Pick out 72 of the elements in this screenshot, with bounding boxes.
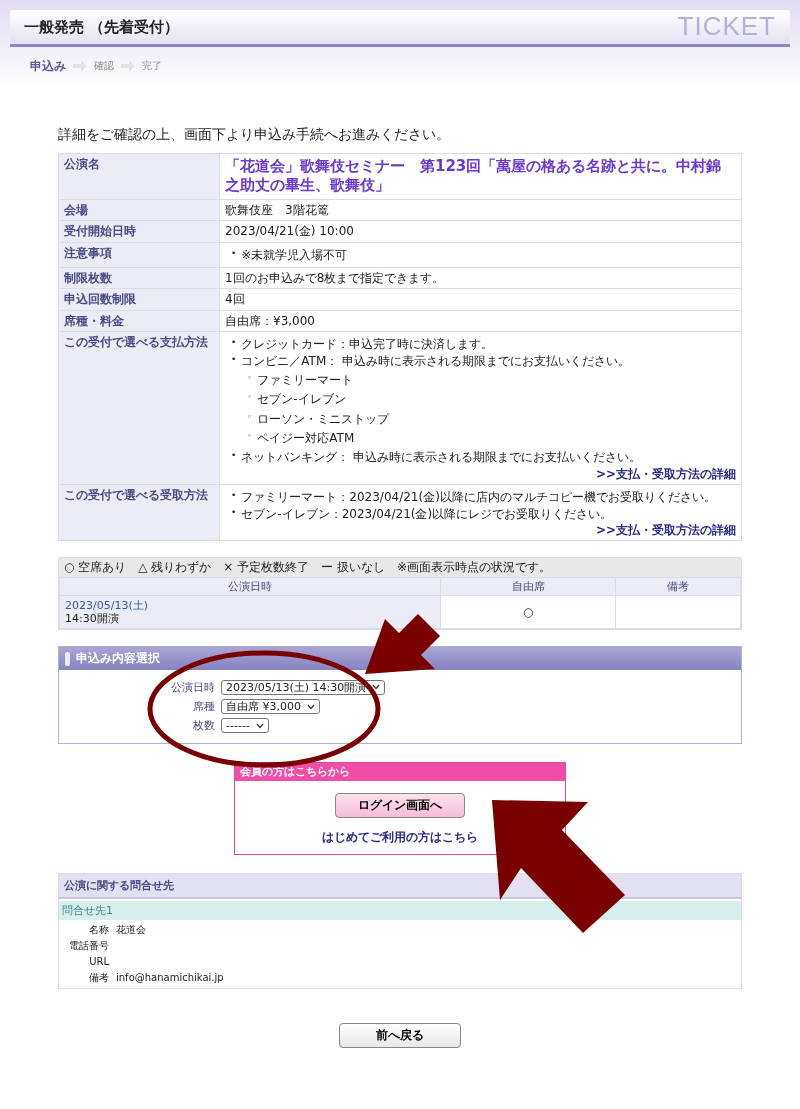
availability-mark: ○ xyxy=(440,595,616,629)
field-value: info@hanamichikai.jp xyxy=(116,972,225,985)
caret-icon xyxy=(255,722,264,729)
field-label: 席種 xyxy=(193,699,215,714)
field-label: この受付で選べる受取方法 xyxy=(58,484,220,541)
field-label: 枚数 xyxy=(193,719,215,733)
dropdown[interactable]: 自由席 ¥3,000 xyxy=(221,698,320,715)
list-item-text: ネットバンキング： 申込み時に表示される期限までにお支払いください。 xyxy=(241,450,642,465)
column-header: 公演日時 xyxy=(59,577,441,596)
field-value: 2023/04/21(金) 10:00 xyxy=(225,224,354,239)
register-link[interactable]: はじめてご利用の方はこちら xyxy=(322,829,478,844)
field-value: 4回 xyxy=(225,292,245,307)
performance-title: 「花道会」歌舞伎セミナー 第123回「萬屋の格ある名跡と共に。中村錦之助丈の畢生、歌舞伎」 xyxy=(225,156,723,196)
details-link[interactable]: >>支払・受取方法の詳細 xyxy=(595,466,736,481)
list-item-text: ファミリーマート：2023/04/21(金)以降に店内のマルチコピー機でお受取りください。 xyxy=(241,490,716,505)
intro-text: 詳細をご確認の上、画面下より申込み手続へお進みください。 xyxy=(58,126,451,143)
step-arrow-icon xyxy=(72,59,88,74)
dropdown[interactable]: ------ xyxy=(221,718,269,734)
list-bullet: • xyxy=(231,337,237,350)
list-bullet: • xyxy=(231,353,237,366)
list-item-text: コンビニ／ATM： 申込み時に表示される期限までにお支払いください。 xyxy=(241,353,631,368)
list-item-text: セブン‐イレブン：2023/04/21(金)以降にレジでお受取りください。 xyxy=(241,506,613,522)
caret-icon xyxy=(307,703,315,710)
step-label: 申込み xyxy=(30,59,66,74)
field-label: 公演名 xyxy=(58,153,220,200)
step-label: 完了 xyxy=(142,60,162,73)
field-value: 自由席：¥3,000 xyxy=(225,313,315,328)
header-logo: TICKET xyxy=(677,11,776,43)
field-value: 花道会 xyxy=(116,924,147,937)
list-item-text: ペイジー対応ATM xyxy=(257,431,355,446)
list-bullet: ◦ xyxy=(247,411,253,424)
list-bullet: ◦ xyxy=(247,372,253,385)
performance-date-link[interactable]: 2023/05/13(土) xyxy=(65,599,435,613)
list-item-text: ファミリーマート xyxy=(257,372,354,388)
field-label: 備考 xyxy=(89,972,109,985)
performance-time: 14:30開演 xyxy=(65,612,119,626)
login-button[interactable]: ログイン画面へ xyxy=(335,792,465,818)
list-bullet: • xyxy=(231,506,237,519)
back-button[interactable]: 前へ戻る xyxy=(339,1023,461,1049)
list-bullet: • xyxy=(231,247,237,260)
step-arrow-icon xyxy=(120,59,136,74)
field-value: 歌舞伎座 3階花篭 xyxy=(225,202,329,217)
field-label: 制限枚数 xyxy=(58,267,220,289)
field-label: 電話番号 xyxy=(69,940,109,953)
field-label: 申込回数制限 xyxy=(58,288,220,311)
subsection-header: 問合せ先1 xyxy=(59,901,741,921)
availability-legend: ○ 空席あり △ 残りわずか × 予定枚数終了 ー 扱いなし ※画面表示時点の状況です。 xyxy=(59,558,741,577)
field-label: 注意事項 xyxy=(58,242,220,268)
page-title: 一般発売 （先着受付） xyxy=(24,18,180,36)
caret-icon xyxy=(372,684,381,691)
field-label: 会場 xyxy=(58,199,220,221)
field-label: URL xyxy=(89,956,109,969)
field-label: 名称 xyxy=(89,924,109,937)
field-label: 席種・料金 xyxy=(58,310,220,332)
column-header: 備考 xyxy=(615,577,741,596)
list-item-text: セブン‐イレブン xyxy=(257,392,346,407)
bar-icon xyxy=(65,651,70,666)
field-label: この受付で選べる支払方法 xyxy=(58,331,220,485)
list-item-text: ※未就学児入場不可 xyxy=(241,247,348,262)
details-link[interactable]: >>支払・受取方法の詳細 xyxy=(595,523,736,538)
field-value: 1回のお申込みで8枚まで指定できます。 xyxy=(225,270,445,285)
list-bullet: ◦ xyxy=(247,392,253,405)
field-label: 受付開始日時 xyxy=(58,220,220,243)
section-title: 申込み内容選択 xyxy=(76,651,160,666)
field-label: 公演日時 xyxy=(171,680,215,694)
list-bullet: • xyxy=(231,490,237,503)
list-item-text: クレジットカード：申込完了時に決済します。 xyxy=(241,337,494,352)
list-item-text: ローソン・ミニストップ xyxy=(257,411,390,427)
column-header: 自由席 xyxy=(440,577,616,596)
list-bullet: • xyxy=(231,450,237,463)
list-bullet: ◦ xyxy=(247,431,253,444)
step-label: 確認 xyxy=(94,60,114,73)
